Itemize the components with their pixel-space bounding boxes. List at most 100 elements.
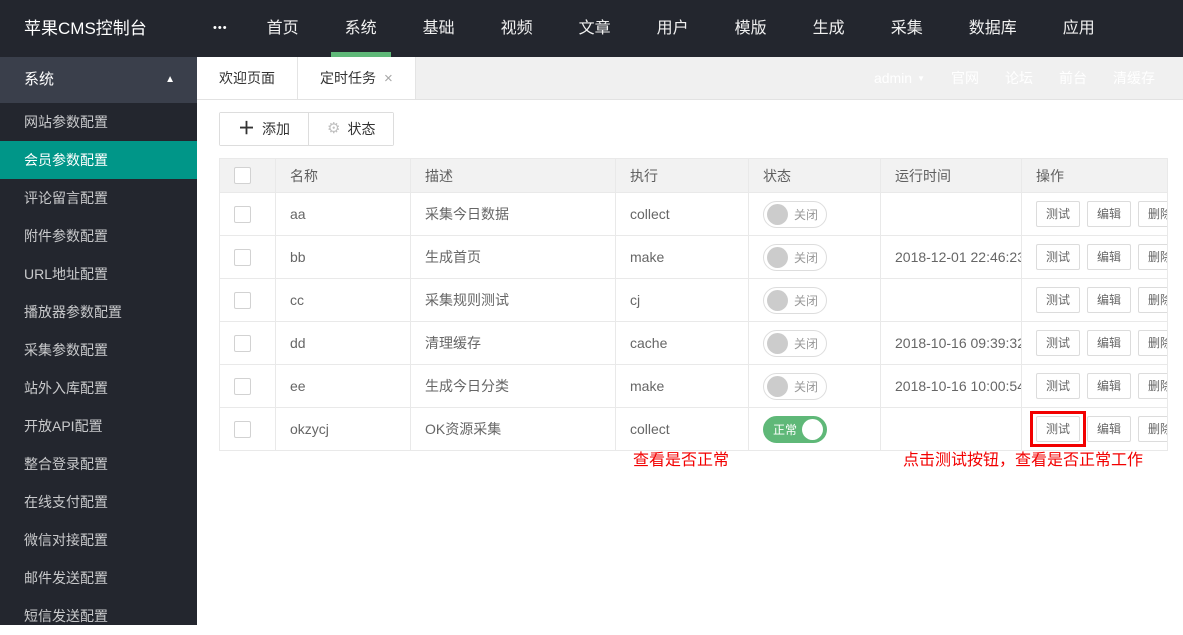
cell-time: 2018-10-16 10:00:54: [880, 364, 1022, 408]
userbar-link-论坛[interactable]: 论坛: [1005, 68, 1033, 88]
sidebar-item[interactable]: 微信对接配置: [0, 521, 197, 559]
sidebar-group-system[interactable]: 系统 ▲: [0, 57, 197, 103]
tab-定时任务[interactable]: 定时任务 ×: [298, 57, 416, 99]
sidebar-item[interactable]: 网站参数配置: [0, 103, 197, 141]
sidebar-item[interactable]: 开放API配置: [0, 407, 197, 445]
delete-button[interactable]: 删除: [1138, 287, 1167, 313]
toggle-knob: [767, 375, 788, 397]
cell-desc: 采集规则测试: [410, 278, 616, 322]
delete-button[interactable]: 删除: [1138, 244, 1167, 270]
status-toggle[interactable]: 关闭: [763, 200, 827, 228]
toggle-knob: [767, 203, 788, 225]
row-checkbox[interactable]: [234, 291, 251, 309]
userbar-link-官网[interactable]: 官网: [951, 68, 979, 88]
edit-button[interactable]: 编辑: [1087, 201, 1132, 227]
status-toggle[interactable]: 关闭: [763, 329, 827, 357]
topnav-item-用户[interactable]: 用户: [641, 0, 705, 57]
sidebar-item[interactable]: 会员参数配置: [0, 141, 197, 179]
edit-button[interactable]: 编辑: [1087, 244, 1132, 270]
userbar-link-清缓存[interactable]: 清缓存: [1113, 68, 1155, 88]
status-button[interactable]: ⚙ 状态: [308, 113, 394, 145]
row-checkbox[interactable]: [234, 248, 251, 266]
sidebar-item[interactable]: 评论留言配置: [0, 179, 197, 217]
cell-status: 关闭: [748, 321, 881, 365]
collapse-dots-icon[interactable]: •••: [197, 0, 244, 57]
test-button[interactable]: 测试: [1036, 201, 1081, 227]
sidebar-group-label: 系统: [24, 71, 55, 88]
test-button[interactable]: 测试: [1036, 330, 1081, 356]
edit-button[interactable]: 编辑: [1087, 287, 1132, 313]
cell-time: [880, 278, 1022, 322]
test-button[interactable]: 测试: [1036, 373, 1081, 399]
test-button[interactable]: 测试: [1036, 244, 1081, 270]
topnav-item-采集[interactable]: 采集: [875, 0, 939, 57]
cell-checkbox: [219, 235, 276, 279]
topnav-item-首页[interactable]: 首页: [251, 0, 315, 57]
toggle-label: 关闭: [794, 379, 819, 394]
status-toggle[interactable]: 关闭: [763, 286, 827, 314]
cell-status: 关闭: [748, 278, 881, 322]
admin-menu[interactable]: admin ▼: [874, 70, 925, 86]
column-header-操作: 操作: [1021, 158, 1168, 193]
cell-status: 关闭: [748, 235, 881, 279]
cell-status: 关闭: [748, 192, 881, 236]
topnav-item-数据库[interactable]: 数据库: [953, 0, 1033, 57]
test-button[interactable]: 测试: [1029, 411, 1087, 447]
main-content: ＋ 添加 ⚙ 状态 名称 描述 执行 状态 运行时间 操作 aa 采集今日数据 collect…: [197, 100, 1183, 625]
edit-button[interactable]: 编辑: [1087, 373, 1132, 399]
sidebar-item[interactable]: 播放器参数配置: [0, 293, 197, 331]
sidebar-item[interactable]: 采集参数配置: [0, 331, 197, 369]
test-button[interactable]: 测试: [1036, 287, 1081, 313]
sidebar-item[interactable]: 附件参数配置: [0, 217, 197, 255]
delete-button[interactable]: 删除: [1138, 416, 1167, 442]
action-buttons: 测试编辑删除: [1036, 330, 1167, 356]
cell-time: 2018-12-01 22:46:23: [880, 235, 1022, 279]
delete-button[interactable]: 删除: [1138, 330, 1167, 356]
topnav-item-生成[interactable]: 生成: [797, 0, 861, 57]
edit-button[interactable]: 编辑: [1087, 330, 1132, 356]
cell-desc: 生成今日分类: [410, 364, 616, 408]
chevron-down-icon: ▼: [917, 74, 925, 83]
sidebar-item[interactable]: 邮件发送配置: [0, 559, 197, 597]
cell-desc: 采集今日数据: [410, 192, 616, 236]
row-checkbox[interactable]: [234, 334, 251, 352]
select-all-checkbox[interactable]: [234, 167, 251, 185]
cell-actions: 测试编辑删除: [1021, 364, 1168, 408]
topnav-item-基础[interactable]: 基础: [407, 0, 471, 57]
sidebar-item[interactable]: 整合登录配置: [0, 445, 197, 483]
cell-exec: make: [615, 235, 749, 279]
action-buttons: 测试编辑删除: [1036, 201, 1167, 227]
edit-button[interactable]: 编辑: [1087, 416, 1132, 442]
topnav-item-应用[interactable]: 应用: [1047, 0, 1111, 57]
row-checkbox[interactable]: [234, 377, 251, 395]
tab-bar: 欢迎页面 定时任务 × admin ▼ 官网 论坛 前台 清缓存: [197, 57, 1183, 100]
userbar-link-前台[interactable]: 前台: [1059, 68, 1087, 88]
cell-time: 2018-10-16 09:39:32: [880, 321, 1022, 365]
sidebar-item[interactable]: 站外入库配置: [0, 369, 197, 407]
sidebar-item[interactable]: 在线支付配置: [0, 483, 197, 521]
cell-name: dd: [275, 321, 411, 365]
tab-label: 定时任务: [320, 70, 376, 86]
status-toggle[interactable]: 关闭: [763, 372, 827, 400]
tab-欢迎页面[interactable]: 欢迎页面: [197, 57, 298, 99]
row-checkbox[interactable]: [234, 205, 251, 223]
status-toggle[interactable]: 正常: [763, 415, 827, 443]
topnav-item-文章[interactable]: 文章: [563, 0, 627, 57]
topnav-item-模版[interactable]: 模版: [719, 0, 783, 57]
sidebar-item[interactable]: URL地址配置: [0, 255, 197, 293]
cell-actions: 测试编辑删除: [1021, 192, 1168, 236]
table-row: ee生成今日分类make 关闭 2018-10-16 10:00:54 测试编辑删除: [219, 364, 1168, 408]
cell-desc: OK资源采集: [410, 407, 616, 451]
sidebar-item[interactable]: 短信发送配置: [0, 597, 197, 635]
add-button[interactable]: ＋ 添加: [220, 113, 308, 145]
status-toggle[interactable]: 关闭: [763, 243, 827, 271]
table-row: dd清理缓存cache 关闭 2018-10-16 09:39:32 测试编辑删除: [219, 321, 1168, 365]
toolbar: ＋ 添加 ⚙ 状态: [197, 100, 1183, 158]
topnav-item-视频[interactable]: 视频: [485, 0, 549, 57]
delete-button[interactable]: 删除: [1138, 201, 1167, 227]
column-header-名称: 名称: [275, 158, 411, 193]
delete-button[interactable]: 删除: [1138, 373, 1167, 399]
topnav-item-系统[interactable]: 系统: [329, 0, 393, 57]
row-checkbox[interactable]: [234, 420, 251, 438]
close-tab-icon[interactable]: ×: [384, 71, 393, 86]
